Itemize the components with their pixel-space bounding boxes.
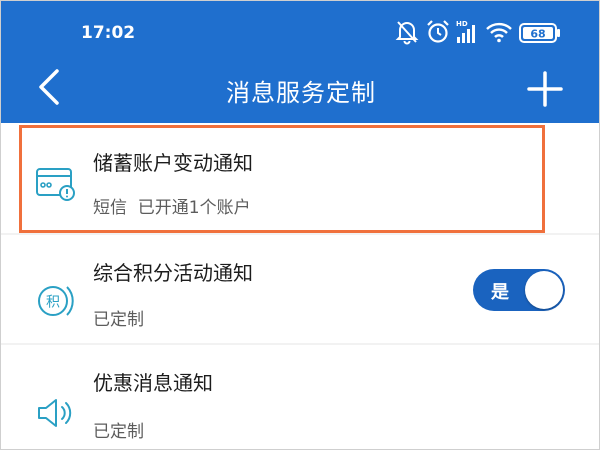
points-icon: 积 [31, 277, 79, 325]
battery-icon: 68 [519, 23, 561, 47]
item-title: 综合积分活动通知 [93, 261, 253, 285]
alarm-icon [425, 19, 451, 49]
battery-level: 68 [530, 28, 545, 41]
item-subtitle: 短信 已开通1个账户 [93, 198, 251, 218]
toggle-label: 是 [491, 282, 509, 303]
list-item-points-activity[interactable]: 积 综合积分活动通知 已定制 是 [1, 235, 599, 343]
hd-label: HD [456, 20, 468, 28]
item-subtitle: 已定制 [93, 310, 144, 330]
item-title: 储蓄账户变动通知 [93, 151, 253, 175]
status-time: 17:02 [81, 23, 136, 43]
nav-bar: 消息服务定制 [1, 53, 599, 123]
card-alert-icon [31, 159, 79, 207]
points-toggle[interactable]: 是 [473, 269, 565, 311]
item-title: 优惠消息通知 [93, 371, 213, 395]
status-bar: 17:02 HD 68 [1, 1, 599, 53]
plus-icon [527, 71, 563, 111]
points-icon-char: 积 [46, 295, 60, 311]
wifi-icon [485, 19, 513, 49]
signal-icon: HD [455, 19, 479, 49]
mute-bell-icon [395, 19, 419, 49]
speaker-icon [31, 389, 79, 437]
toggle-knob [525, 271, 563, 309]
app-screen: 17:02 HD 68 消息服务定制 储蓄账户变动通知 短信 已开通1个账户 积… [0, 0, 600, 450]
item-subtitle: 已定制 [93, 422, 144, 442]
add-button[interactable] [527, 71, 563, 107]
list-item-promotions[interactable]: 优惠消息通知 已定制 [1, 345, 599, 449]
list-item-savings-change[interactable]: 储蓄账户变动通知 短信 已开通1个账户 [1, 123, 599, 233]
page-title: 消息服务定制 [226, 79, 376, 107]
